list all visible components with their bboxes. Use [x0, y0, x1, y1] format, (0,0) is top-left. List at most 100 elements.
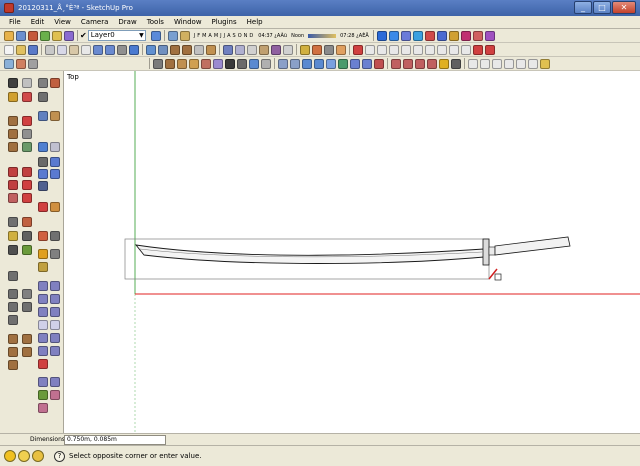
plugin-h-icon[interactable]: [451, 58, 461, 69]
new-file-icon[interactable]: [4, 44, 14, 55]
curve-tool-r-icon[interactable]: [38, 403, 48, 413]
shadow-settings-icon[interactable]: [167, 30, 178, 41]
walk-icon[interactable]: [237, 58, 247, 69]
tape-measure-icon[interactable]: [225, 58, 235, 69]
wireframe-icon[interactable]: [235, 44, 245, 55]
flip-edge-icon[interactable]: [350, 58, 360, 69]
shaded-icon[interactable]: [259, 44, 269, 55]
paint-icon[interactable]: [52, 30, 62, 41]
shaded-textures-icon[interactable]: [271, 44, 281, 55]
look-around-icon[interactable]: [249, 58, 259, 69]
text-icon[interactable]: [448, 30, 459, 41]
layer-tool-icon[interactable]: [8, 271, 18, 281]
top-view-icon[interactable]: [158, 44, 168, 55]
texture-e-icon[interactable]: [8, 360, 18, 370]
model-info-icon[interactable]: [129, 44, 139, 55]
texture-a-icon[interactable]: [8, 334, 18, 344]
position-camera-tool-icon[interactable]: [8, 231, 18, 241]
print-icon[interactable]: [117, 44, 127, 55]
curve-tool-p-icon[interactable]: [38, 390, 48, 400]
plugin-j-icon[interactable]: [480, 58, 490, 69]
iso-view-icon[interactable]: [146, 44, 156, 55]
curve-tool-b-icon[interactable]: [50, 281, 60, 291]
position-camera-icon[interactable]: [261, 58, 271, 69]
pin-icon[interactable]: [485, 44, 495, 55]
dimension-tool-icon[interactable]: [22, 180, 32, 190]
scale-icon[interactable]: [213, 58, 223, 69]
credits-icon[interactable]: [18, 450, 30, 462]
curve-tool-i-icon[interactable]: [38, 333, 48, 343]
offset-tool-icon[interactable]: [22, 167, 32, 177]
plugin-g-icon[interactable]: [439, 58, 449, 69]
display-section-icon[interactable]: [388, 30, 399, 41]
drape-icon[interactable]: [326, 58, 336, 69]
offset-icon[interactable]: [177, 58, 187, 69]
right-view-icon[interactable]: [182, 44, 192, 55]
axes-small-icon[interactable]: [50, 78, 60, 88]
undo-icon[interactable]: [93, 44, 103, 55]
plugin-a-icon[interactable]: [362, 58, 372, 69]
curve-tool-j-icon[interactable]: [50, 333, 60, 343]
curve-tool-n-icon[interactable]: [38, 377, 48, 387]
close-button[interactable]: ✕: [612, 1, 636, 14]
monochrome-icon[interactable]: [283, 44, 293, 55]
push-pull-tool-icon[interactable]: [50, 111, 60, 121]
paint-bucket-tool-icon[interactable]: [8, 92, 18, 102]
eraser-tool-icon[interactable]: [22, 92, 32, 102]
xray-icon[interactable]: [223, 44, 233, 55]
curve-tool-h-icon[interactable]: [50, 320, 60, 330]
front-view-icon[interactable]: [170, 44, 180, 55]
3d-text-tool-icon[interactable]: [22, 217, 32, 227]
smoove-icon[interactable]: [302, 58, 312, 69]
protractor-tool-icon[interactable]: [8, 193, 18, 203]
dimension-icon[interactable]: [424, 30, 435, 41]
hidden-line-icon[interactable]: [247, 44, 257, 55]
plugin-o-icon[interactable]: [540, 58, 550, 69]
zoom-extents-icon[interactable]: [50, 169, 60, 179]
look-tool-icon[interactable]: [50, 202, 60, 212]
solid-subtract-icon[interactable]: [401, 44, 411, 55]
menu-view[interactable]: View: [49, 16, 76, 29]
erase-selection-icon[interactable]: [81, 44, 91, 55]
push-pull-icon[interactable]: [153, 58, 163, 69]
plugin-d-icon[interactable]: [403, 58, 413, 69]
curve-tool-m-icon[interactable]: [38, 359, 48, 369]
stamp-icon[interactable]: [314, 58, 324, 69]
menu-plugins[interactable]: Plugins: [207, 16, 242, 29]
curve-tool-k-icon[interactable]: [38, 346, 48, 356]
person-icon[interactable]: [28, 30, 38, 41]
getting-started-icon[interactable]: [4, 30, 14, 41]
fog-icon[interactable]: [400, 30, 411, 41]
protractor-icon[interactable]: [436, 30, 447, 41]
curve-tool-d-icon[interactable]: [50, 294, 60, 304]
flip-icon[interactable]: [16, 58, 26, 69]
plugin-l-icon[interactable]: [504, 58, 514, 69]
tape-tool-icon[interactable]: [8, 180, 18, 190]
polygon-icon[interactable]: [377, 44, 387, 55]
plugin-m-icon[interactable]: [516, 58, 526, 69]
place-model-icon[interactable]: [336, 44, 346, 55]
move-icon[interactable]: [189, 58, 199, 69]
select-tool-icon[interactable]: [8, 78, 18, 88]
paste-icon[interactable]: [69, 44, 79, 55]
back-view-icon[interactable]: [194, 44, 204, 55]
share-model-icon[interactable]: [324, 44, 334, 55]
photo-match-icon[interactable]: [8, 289, 18, 299]
drape-tool-icon[interactable]: [22, 245, 32, 255]
zoom-tool-icon[interactable]: [38, 92, 48, 102]
make-component-icon[interactable]: [22, 78, 32, 88]
previous-view-icon[interactable]: [38, 181, 48, 191]
solid-split-icon[interactable]: [425, 44, 435, 55]
orbit-small-icon[interactable]: [38, 78, 48, 88]
display-shadows-icon[interactable]: [179, 30, 190, 41]
menu-tools[interactable]: Tools: [142, 16, 169, 29]
sandbox-icon[interactable]: [64, 30, 74, 41]
scale-tool-icon[interactable]: [8, 167, 18, 177]
curve-tool-g-icon[interactable]: [38, 320, 48, 330]
left-view-icon[interactable]: [206, 44, 216, 55]
redo-icon[interactable]: [105, 44, 115, 55]
curve-tool-e-icon[interactable]: [38, 307, 48, 317]
current-layer-check-icon[interactable]: ✔: [80, 31, 87, 40]
edge-style-icon[interactable]: [412, 30, 423, 41]
pencil-icon[interactable]: [353, 44, 363, 55]
